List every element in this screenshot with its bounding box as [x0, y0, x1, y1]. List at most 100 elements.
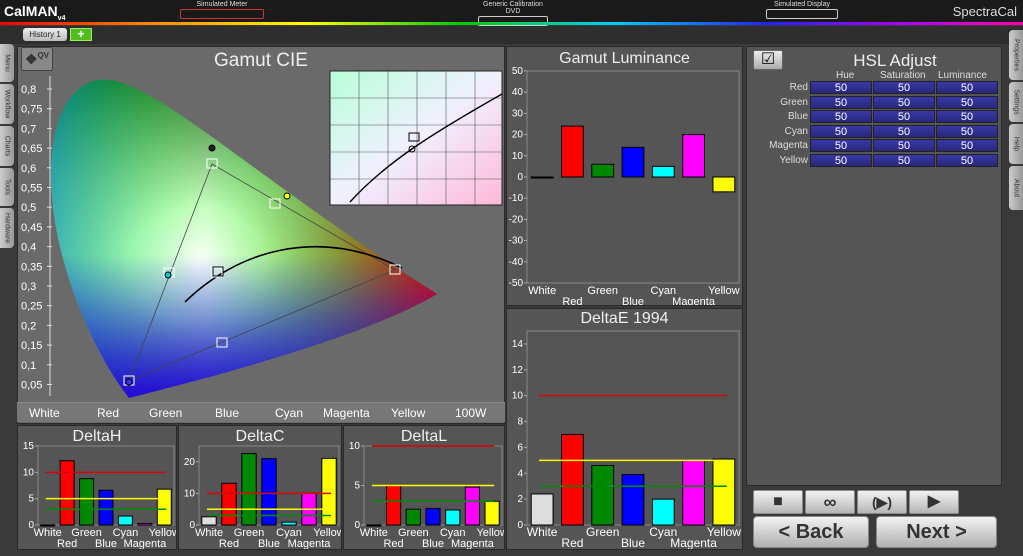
side-tab-menu-label: Menu — [3, 54, 11, 72]
side-tab-properties[interactable]: Properties — [1009, 30, 1023, 80]
cie-ytick-label: 0,7 — [21, 123, 36, 135]
hsl-luminance-field[interactable]: 50 — [936, 95, 998, 109]
side-tab-workflow[interactable]: Workflow — [0, 84, 14, 124]
hsl-row-cyan: Cyan 50 50 50 — [752, 124, 1002, 139]
deltal-xlabel-red: Red — [383, 538, 403, 549]
side-tab-settings[interactable]: Settings — [1009, 82, 1023, 122]
source-meter-box[interactable] — [180, 9, 264, 19]
side-tab-hardware-label: Hardware — [3, 212, 11, 244]
hsl-row-green: Green 50 50 50 — [752, 95, 1002, 110]
hsl-enable-checkbox[interactable]: ☑ — [753, 50, 783, 70]
play-loop-button[interactable]: (▶) — [857, 490, 907, 514]
cie-ytick-label: 0,8 — [21, 84, 36, 96]
side-tab-hardware[interactable]: Hardware — [0, 208, 14, 248]
deltah-xlabel-red: Red — [57, 538, 77, 549]
measured-marker — [125, 378, 133, 386]
hsl-saturation-field[interactable]: 50 — [873, 153, 935, 167]
gamut_luminance-bar-magenta — [682, 134, 705, 178]
next-button[interactable]: Next > — [876, 516, 997, 548]
hsl-row-blue: Blue 50 50 50 — [752, 110, 1002, 124]
deltae_1994-bar-cyan — [651, 498, 675, 526]
deltah-bar-yellow — [156, 488, 172, 526]
deltah-bar-white — [40, 524, 56, 527]
cie-ytick-label: 0,6 — [21, 163, 36, 175]
play-button[interactable]: ▶ — [909, 490, 959, 514]
play-icon: ▶ — [927, 493, 941, 510]
deltae_1994-bar-green — [591, 465, 615, 526]
side-tab-about[interactable]: About — [1009, 166, 1023, 210]
hsl-hue-field[interactable]: 50 — [810, 153, 872, 167]
gamut-luminance-panel: Gamut Luminance 50 40 30 20 10 0 -10 -20 -30 -40-… — [506, 46, 743, 306]
deltae_1994-bar-yellow — [712, 458, 736, 526]
hsl-hue-field[interactable]: 50 — [810, 124, 872, 138]
brand-name: SpectraCal — [952, 4, 1017, 19]
hsl-luminance-field[interactable]: 50 — [936, 139, 998, 152]
source-meter[interactable]: Simulated Meter — [180, 1, 264, 19]
hsl-hue-field[interactable]: 50 — [810, 110, 872, 123]
gamut_luminance-ytick-label: -30 — [509, 236, 524, 247]
hsl-saturation-field[interactable]: 50 — [873, 124, 935, 138]
deltae_1994-xlabel-yellow: Yellow — [707, 525, 742, 539]
deltah-bar-green — [79, 478, 95, 526]
deltae_1994-xlabel-white: White — [527, 525, 558, 539]
hsl-luminance-field[interactable]: 50 — [936, 81, 998, 94]
hsl-saturation-field[interactable]: 50 — [873, 95, 935, 109]
deltac-xlabel-magenta: Magenta — [288, 538, 332, 549]
cie-legend-blue: Blue — [215, 406, 240, 420]
stop-button[interactable]: ■ — [753, 490, 803, 514]
hsl-saturation-field[interactable]: 50 — [873, 81, 935, 94]
cie-legend-cyan: Cyan — [275, 406, 304, 420]
gamut_luminance-ytick-label: 40 — [512, 87, 524, 98]
source-display-box[interactable] — [766, 9, 838, 19]
deltal-bar-blue — [425, 507, 441, 526]
side-tab-about-label: About — [1012, 178, 1020, 198]
measured-marker — [208, 144, 216, 152]
side-tab-charts[interactable]: Charts — [0, 126, 14, 166]
hsl-luminance-field[interactable]: 50 — [936, 153, 998, 167]
deltal-xlabel-magenta: Magenta — [451, 538, 495, 549]
measured-marker — [164, 271, 172, 279]
hsl-hue-field[interactable]: 50 — [810, 95, 872, 109]
hsl-row-label: Cyan — [784, 125, 808, 137]
gamut_luminance-ytick-label: 20 — [512, 130, 524, 141]
hsl-hue-field[interactable]: 50 — [810, 81, 872, 94]
deltae_1994-xlabel-red: Red — [561, 536, 583, 549]
side-tab-help[interactable]: Help — [1009, 124, 1023, 164]
gamut_luminance-ytick-label: -10 — [509, 193, 524, 204]
source-display[interactable]: Simulated Display — [766, 1, 838, 19]
hsl-luminance-field[interactable]: 50 — [936, 124, 998, 138]
side-tab-menu[interactable]: Menu — [0, 44, 14, 82]
back-button[interactable]: < Back — [753, 516, 869, 548]
deltah-xlabel-magenta: Magenta — [123, 538, 167, 549]
hsl-row-label: Yellow — [779, 154, 808, 166]
cie-diagram: 0,8 0,75 0,7 0,65 0,6 0,55 0,5 0,45 0,4 0,35 0,3 0,… — [21, 70, 503, 399]
loop-button[interactable]: ∞ — [805, 490, 855, 514]
deltah-bar-magenta — [137, 522, 153, 526]
measured-marker — [283, 192, 291, 200]
cie-ytick-label: 0,15 — [21, 340, 42, 352]
source-meter-label: Simulated Meter — [196, 1, 248, 8]
gamut-luminance-chart: 50 40 30 20 10 0 -10 -20 -30 -40 -50 White Red Green B… — [509, 66, 740, 305]
cie-ytick-label: 0,5 — [21, 202, 36, 214]
app-logo: CalMANv4 — [4, 3, 65, 22]
side-tab-help-label: Help — [1012, 136, 1020, 152]
cie-ytick-label: 0,25 — [21, 301, 42, 313]
hsl-col-saturation: Saturation — [880, 70, 926, 81]
deltac-chart: 20100WhiteRedGreenBlueCyanMagentaYellow — [184, 445, 341, 549]
gamut_luminance-xlabel-white: White — [528, 285, 556, 297]
deltae_1994-bar-red — [561, 433, 584, 526]
rainbow-strip — [0, 22, 1023, 25]
side-tab-tools[interactable]: Tools — [0, 168, 14, 206]
gamut_luminance-xlabel-magenta: Magenta — [672, 296, 716, 305]
deltac-bar-red — [221, 482, 237, 526]
hsl-hue-field[interactable]: 50 — [810, 139, 872, 152]
gamut_luminance-ytick-label: -50 — [509, 278, 524, 289]
deltah-ytick-label: 15 — [23, 441, 35, 452]
add-tab-button[interactable]: + — [70, 28, 92, 41]
cie-ytick-label: 0,65 — [21, 143, 42, 155]
deltac-xlabel-yellow: Yellow — [313, 527, 341, 539]
hsl-luminance-field[interactable]: 50 — [936, 110, 998, 123]
hsl-saturation-field[interactable]: 50 — [873, 110, 935, 123]
hsl-saturation-field[interactable]: 50 — [873, 139, 935, 152]
tab-history-1[interactable]: History 1 — [23, 28, 67, 41]
